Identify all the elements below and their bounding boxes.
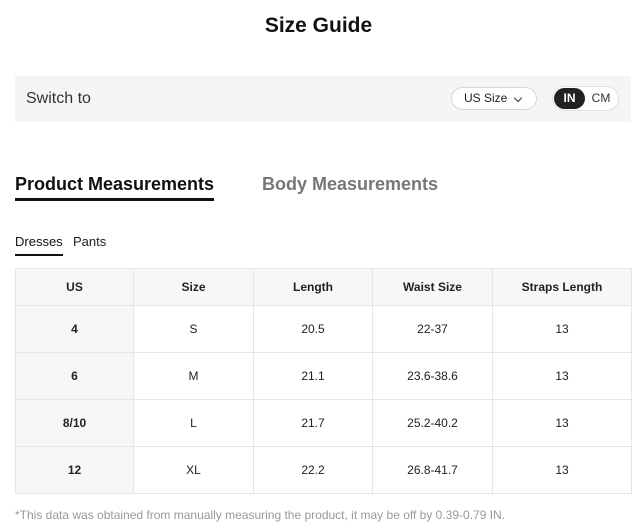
chevron-down-icon [513, 93, 523, 103]
table-cell: 4 [15, 305, 134, 353]
table-cell: 13 [492, 352, 632, 400]
table-cell: S [133, 305, 254, 353]
table-cell: XL [133, 446, 254, 494]
table-cell: 26.8-41.7 [372, 446, 493, 494]
unit-toggle: IN CM [552, 86, 619, 111]
tab-body-measurements[interactable]: Body Measurements [262, 173, 438, 195]
table-cell: 21.7 [253, 399, 373, 447]
column-header-length: Length [253, 268, 373, 306]
subtab-dresses[interactable]: Dresses [15, 234, 63, 256]
column-header-straps-length: Straps Length [492, 268, 632, 306]
table-cell: 12 [15, 446, 134, 494]
unit-in-button[interactable]: IN [554, 88, 585, 109]
table-cell: 8/10 [15, 399, 134, 447]
size-system-value: US Size [464, 91, 508, 105]
size-table: US Size Length Waist Size Straps Length … [15, 268, 632, 494]
column-header-waist-size: Waist Size [372, 268, 493, 306]
measurement-footnote: *This data was obtained from manually me… [15, 508, 506, 522]
column-header-size: Size [133, 268, 254, 306]
table-cell: 13 [492, 305, 632, 353]
column-header-us: US [15, 268, 134, 306]
unit-cm-button[interactable]: CM [588, 88, 614, 109]
table-cell: 22.2 [253, 446, 373, 494]
table-row: 8/10 L 21.7 25.2-40.2 13 [15, 399, 632, 447]
table-cell: 21.1 [253, 352, 373, 400]
table-cell: 23.6-38.6 [372, 352, 493, 400]
switch-label: Switch to [26, 90, 91, 107]
subtab-pants[interactable]: Pants [73, 234, 106, 250]
table-cell: 13 [492, 446, 632, 494]
table-cell: M [133, 352, 254, 400]
table-header-row: US Size Length Waist Size Straps Length [15, 268, 632, 306]
page-title: Size Guide [264, 14, 373, 37]
table-cell: 22-37 [372, 305, 493, 353]
table-cell: 25.2-40.2 [372, 399, 493, 447]
unit-switch-bar: Switch to US Size IN CM [15, 76, 631, 122]
table-cell: 6 [15, 352, 134, 400]
table-row: 12 XL 22.2 26.8-41.7 13 [15, 446, 632, 494]
tab-product-measurements[interactable]: Product Measurements [15, 173, 215, 201]
table-row: 6 M 21.1 23.6-38.6 13 [15, 352, 632, 400]
table-cell: L [133, 399, 254, 447]
size-system-dropdown[interactable]: US Size [451, 87, 537, 110]
table-cell: 13 [492, 399, 632, 447]
table-row: 4 S 20.5 22-37 13 [15, 305, 632, 353]
table-cell: 20.5 [253, 305, 373, 353]
